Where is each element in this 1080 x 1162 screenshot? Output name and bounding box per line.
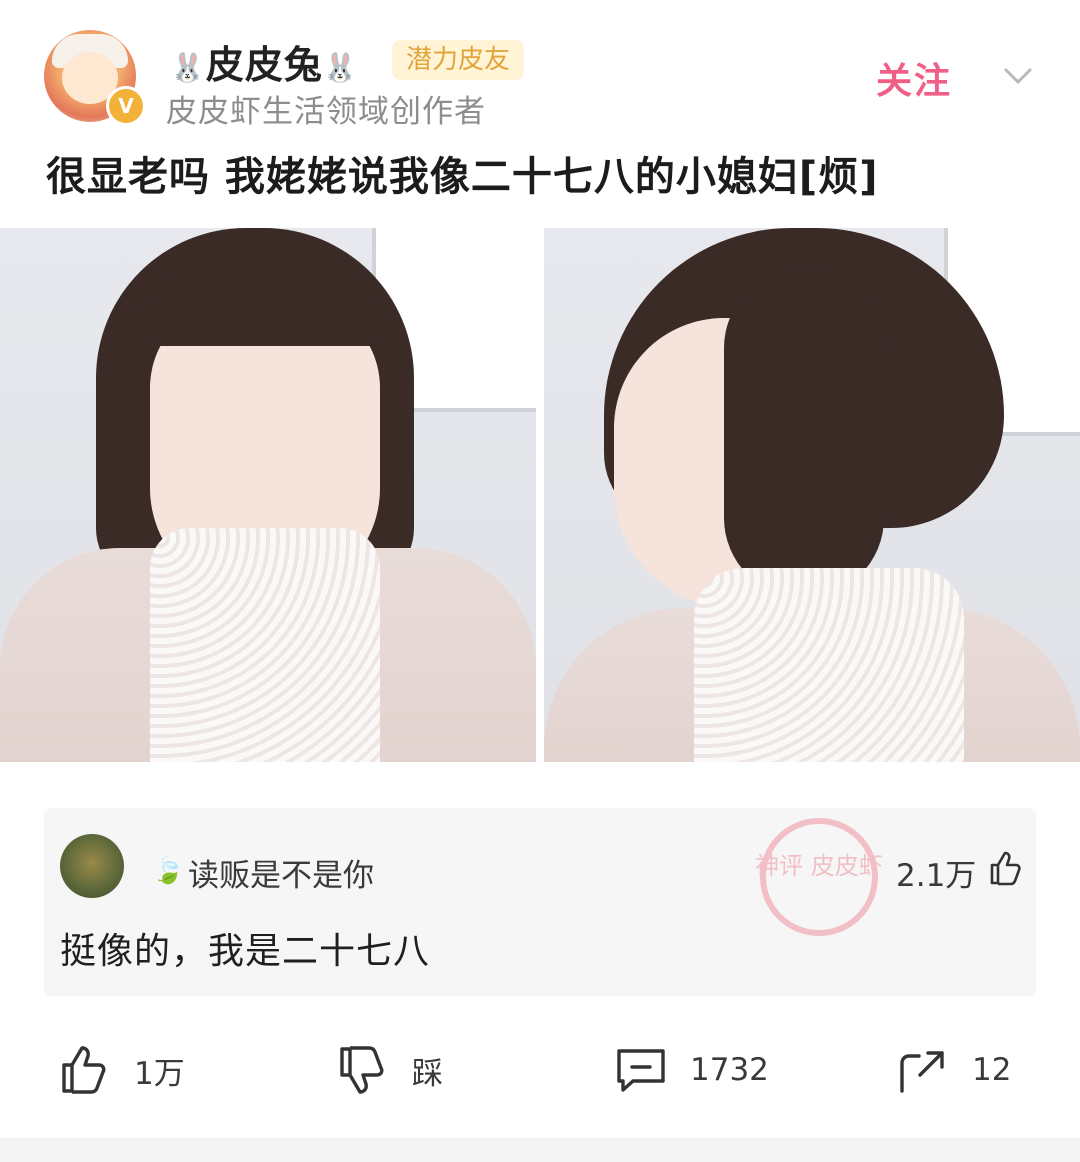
comment-icon xyxy=(617,1049,665,1092)
level-badge: 潜力皮友 xyxy=(392,40,525,80)
like-button[interactable]: 1万 xyxy=(58,1038,185,1102)
comment-button[interactable]: 1732 xyxy=(614,1038,769,1102)
author-name-text: 皮皮兔 xyxy=(205,43,323,87)
dislike-button[interactable]: 踩 xyxy=(336,1038,443,1102)
dislike-label: 踩 xyxy=(412,1055,443,1092)
side-hair xyxy=(724,268,884,598)
comment-like-count: 2.1万 xyxy=(896,858,977,894)
follow-button[interactable]: 关注 xyxy=(876,52,952,104)
share-count: 12 xyxy=(972,1052,1012,1088)
rabbit-icon: 🐰 xyxy=(322,51,359,84)
lace-collar xyxy=(694,568,964,762)
stamp-text: 神评 皮皮虾 xyxy=(755,852,883,880)
share-icon xyxy=(900,1051,944,1093)
thumbs-up-icon[interactable] xyxy=(984,848,1024,888)
thumbs-up-icon xyxy=(62,1046,106,1094)
lace-collar xyxy=(150,528,380,762)
post-photo-front[interactable] xyxy=(0,228,536,762)
leaf-icon: 🍃 xyxy=(152,856,185,886)
post-photo-profile[interactable] xyxy=(544,228,1080,762)
bangs xyxy=(140,268,390,346)
author-subtitle: 皮皮虾生活领域创作者 xyxy=(166,94,486,130)
bottom-divider xyxy=(0,1138,1080,1162)
rabbit-icon: 🐰 xyxy=(170,51,206,84)
god-comment-stamp-icon: 神评 皮皮虾 xyxy=(755,818,883,936)
comment-text: 挺像的，我是二十七八 xyxy=(60,931,431,972)
like-count: 1万 xyxy=(134,1055,185,1092)
commenter-name[interactable]: 读贩是不是你 xyxy=(188,850,374,895)
commenter-avatar[interactable] xyxy=(60,834,124,898)
share-button[interactable]: 12 xyxy=(896,1038,1011,1102)
author-name[interactable]: 🐰皮皮兔🐰 xyxy=(170,34,359,89)
post-title: 很显老吗 我姥姥说我像二十七八的小媳妇[烦] xyxy=(46,154,879,200)
chevron-down-icon[interactable] xyxy=(1000,58,1036,94)
thumbs-down-icon xyxy=(340,1046,384,1094)
verified-badge-icon: V xyxy=(106,86,146,126)
author-avatar[interactable]: V xyxy=(44,30,146,126)
comment-count: 1732 xyxy=(690,1052,769,1088)
